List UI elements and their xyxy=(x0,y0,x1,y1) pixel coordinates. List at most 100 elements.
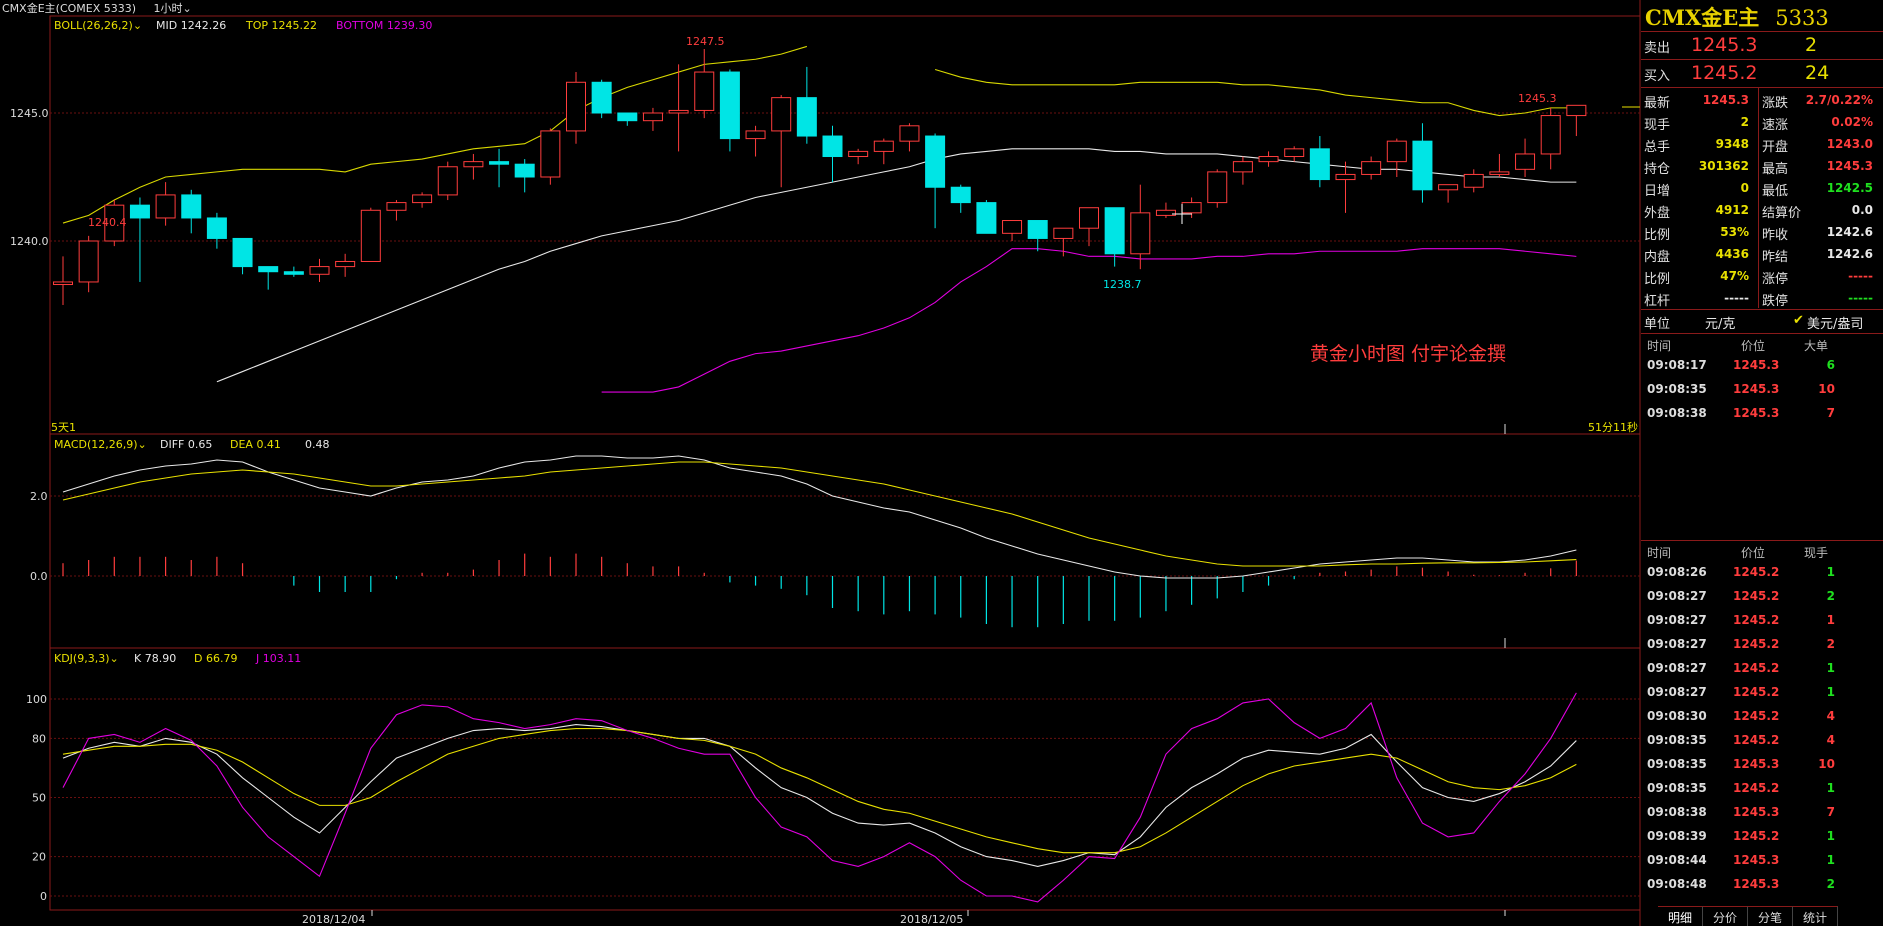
trade-time: 09:08:39 xyxy=(1647,829,1707,843)
chart-area[interactable]: 1245.0 1240.0 1247.5 1240.4 1238.7 1245.3 黄金小时… xyxy=(0,0,1641,926)
y-axis-tick: 0 xyxy=(40,890,47,903)
trade-time: 09:08:35 xyxy=(1647,757,1707,771)
list-item[interactable]: 09:08:38 1245.3 7 xyxy=(1641,404,1883,424)
candle-body xyxy=(1335,173,1356,181)
list-item[interactable]: 09:08:35 1245.2 4 xyxy=(1641,731,1883,751)
quote-code: 5333 xyxy=(1775,6,1829,30)
stat-value: ----- xyxy=(1848,291,1873,305)
candle-body xyxy=(283,271,304,275)
sell-price: 1245.3 xyxy=(1691,34,1758,56)
list-item[interactable]: 09:08:35 1245.2 1 xyxy=(1641,779,1883,799)
candle-body xyxy=(386,202,407,211)
trade-qty: 10 xyxy=(1818,382,1835,396)
kdj-k: K 78.90 xyxy=(134,652,176,665)
kdj-pane xyxy=(49,647,1641,911)
trade-price: 1245.2 xyxy=(1733,709,1780,723)
boll-mid: MID 1242.26 xyxy=(156,19,226,32)
list-item[interactable]: 09:08:48 1245.3 2 xyxy=(1641,875,1883,895)
buy-label: 买入 xyxy=(1644,69,1671,84)
macd-name: MACD(12,26,9)⌄ xyxy=(54,438,147,451)
trade-time: 09:08:35 xyxy=(1647,781,1707,795)
stat-label: 涨跌 xyxy=(1762,96,1789,111)
trade-time: 09:08:35 xyxy=(1647,733,1707,747)
stat-value: 2 xyxy=(1740,115,1749,129)
tab-3[interactable]: 统计 xyxy=(1793,906,1839,926)
col-price: 价位 xyxy=(1741,339,1766,353)
trade-qty: 4 xyxy=(1826,709,1835,723)
macd-dea-line xyxy=(62,461,1577,567)
candle-body xyxy=(1284,148,1305,158)
stat-value: 0.02% xyxy=(1831,115,1873,129)
list-item[interactable]: 09:08:26 1245.2 1 xyxy=(1641,563,1883,583)
trade-time: 09:08:27 xyxy=(1647,589,1707,603)
stat-row: 最新 1245.3 涨跌 2.7/0.22% xyxy=(1641,90,1883,112)
col-time: 时间 xyxy=(1647,339,1672,353)
stat-label: 比例 xyxy=(1644,272,1671,287)
list-item[interactable]: 09:08:30 1245.2 4 xyxy=(1641,707,1883,727)
stat-value: ----- xyxy=(1724,291,1749,305)
candle-body xyxy=(1361,161,1382,175)
list-item[interactable]: 09:08:44 1245.3 1 xyxy=(1641,851,1883,871)
trade-qty: 1 xyxy=(1826,661,1835,675)
candle-body xyxy=(1002,220,1023,234)
list-item[interactable]: 09:08:38 1245.3 7 xyxy=(1641,803,1883,823)
x-axis-tick: 2018/12/04 xyxy=(302,913,365,926)
stat-label: 开盘 xyxy=(1762,140,1789,155)
stat-label: 涨停 xyxy=(1762,272,1789,287)
stat-row: 杠杆 ----- 跌停 ----- xyxy=(1641,288,1883,310)
list-header: 时间 价位 现手 xyxy=(1641,543,1883,563)
candle-body xyxy=(668,109,689,114)
kdj-k-line xyxy=(62,724,1577,868)
tab-1[interactable]: 分价 xyxy=(1703,906,1749,926)
unit-usd-option[interactable]: 美元/盎司 xyxy=(1807,313,1863,332)
col-qty: 大单 xyxy=(1804,339,1829,353)
list-item[interactable]: 09:08:27 1245.2 1 xyxy=(1641,659,1883,679)
candle-body xyxy=(206,217,227,239)
instrument-title: CMX金E主(COMEX 5333) xyxy=(2,2,137,15)
stat-row: 内盘 4436 昨结 1242.6 xyxy=(1641,244,1883,266)
list-item[interactable]: 09:08:35 1245.3 10 xyxy=(1641,755,1883,775)
kdj-name: KDJ(9,3,3)⌄ xyxy=(54,652,119,665)
buy-qty: 24 xyxy=(1805,62,1830,84)
macd-dea: DEA 0.41 xyxy=(230,438,281,451)
list-item[interactable]: 09:08:27 1245.2 1 xyxy=(1641,683,1883,703)
list-item[interactable]: 09:08:35 1245.3 10 xyxy=(1641,380,1883,400)
stat-label: 比例 xyxy=(1644,228,1671,243)
boll-top: TOP 1245.22 xyxy=(245,19,317,32)
period-selector[interactable]: 1小时 xyxy=(154,2,183,15)
list-item[interactable]: 09:08:17 1245.3 6 xyxy=(1641,356,1883,376)
tab-0[interactable]: 明细 xyxy=(1658,906,1704,926)
chevron-down-icon[interactable]: ⌄ xyxy=(183,2,192,15)
list-item[interactable]: 09:08:27 1245.2 2 xyxy=(1641,635,1883,655)
candle-body xyxy=(232,237,253,268)
candle-body xyxy=(1104,207,1125,255)
trade-time: 09:08:27 xyxy=(1647,637,1707,651)
candle-body xyxy=(412,194,433,204)
candle-body xyxy=(848,150,869,158)
y-axis-tick: 100 xyxy=(26,693,47,706)
list-header: 时间 价位 大单 xyxy=(1641,336,1883,356)
list-item[interactable]: 09:08:27 1245.2 1 xyxy=(1641,611,1883,631)
trade-qty: 1 xyxy=(1826,829,1835,843)
list-item[interactable]: 09:08:39 1245.2 1 xyxy=(1641,827,1883,847)
tab-2[interactable]: 分笔 xyxy=(1748,906,1794,926)
stat-value: 2.7/0.22% xyxy=(1805,93,1873,107)
candle-body xyxy=(617,112,638,122)
trade-price: 1245.2 xyxy=(1733,613,1780,627)
unit-yuan-option[interactable]: 元/克 xyxy=(1705,313,1735,332)
buy-row: 买入 1245.2 24 xyxy=(1641,60,1883,88)
high-label: 1247.5 xyxy=(686,35,725,48)
stat-value: ----- xyxy=(1848,269,1873,283)
right-tag: 51分11秒 xyxy=(1588,420,1638,434)
stat-value: 1245.3 xyxy=(1702,93,1749,107)
trade-price: 1245.2 xyxy=(1733,661,1780,675)
list-item[interactable]: 09:08:27 1245.2 2 xyxy=(1641,587,1883,607)
candle-body xyxy=(822,135,843,158)
stat-label: 现手 xyxy=(1644,118,1671,133)
quote-panel: CMX金E主 5333 卖出 1245.3 2 买入 1245.2 24 最新 12… xyxy=(1641,0,1883,926)
trade-price: 1245.3 xyxy=(1733,757,1780,771)
candle-body xyxy=(1540,115,1561,155)
main-pane xyxy=(49,15,1641,435)
candle-body xyxy=(335,260,356,268)
trade-time: 09:08:38 xyxy=(1647,406,1707,420)
